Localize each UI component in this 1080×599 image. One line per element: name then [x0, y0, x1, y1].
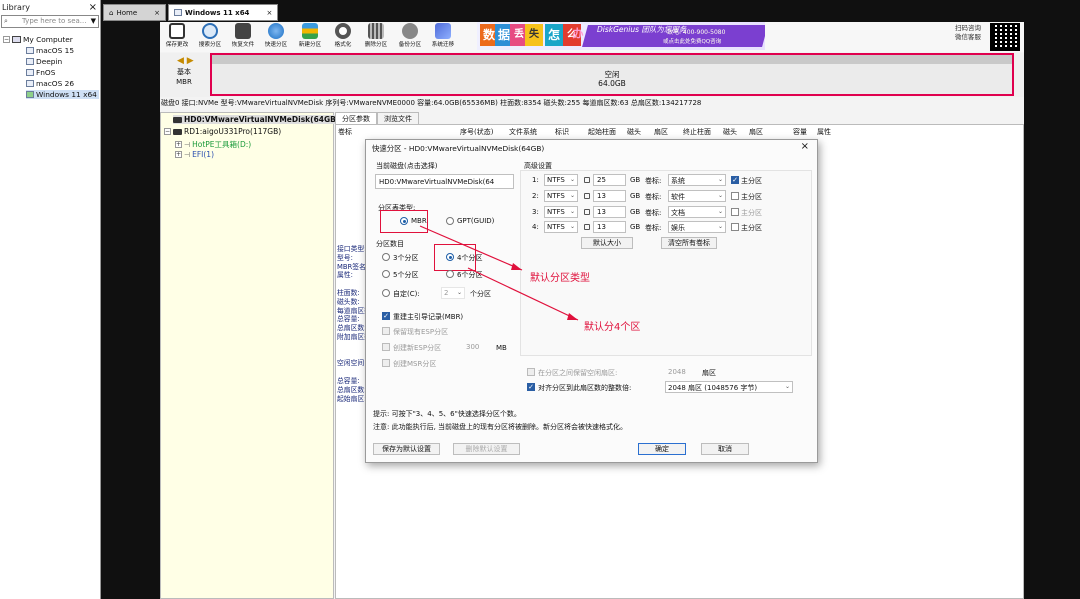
- arrowhead-icon: [567, 313, 578, 320]
- annotation-type-note: 默认分区类型: [530, 273, 590, 284]
- annotation-count-note: 默认分4个区: [584, 322, 641, 333]
- arrow-line: [419, 225, 523, 271]
- annotation-arrows: [419, 225, 579, 321]
- arrowhead-icon: [511, 263, 522, 270]
